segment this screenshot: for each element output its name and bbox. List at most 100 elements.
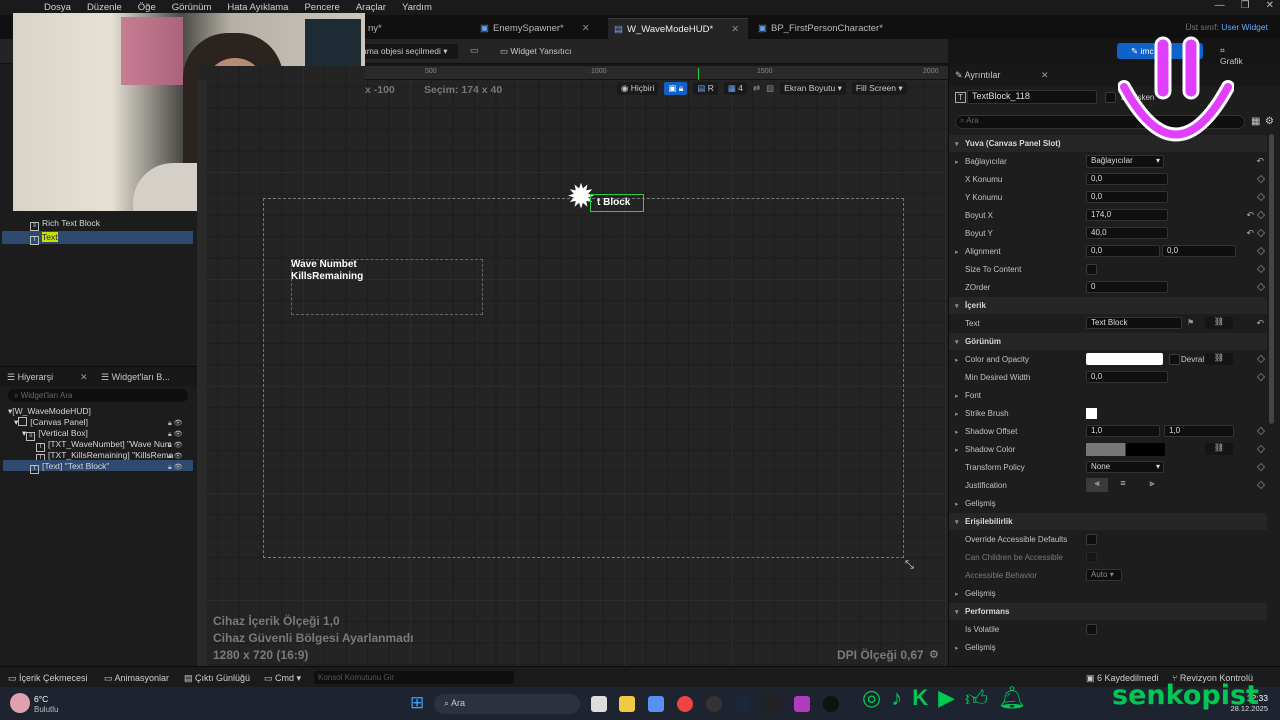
widget-name-field[interactable]: TextBlock_118 bbox=[967, 90, 1097, 104]
menu-tools[interactable]: Araçlar bbox=[356, 2, 386, 13]
lock-eye-icon[interactable]: 🔒︎ 👁︎ bbox=[168, 451, 183, 462]
shadow-offset-x-field[interactable]: 1,0 bbox=[1086, 425, 1160, 437]
keyframe-icon[interactable] bbox=[1256, 174, 1266, 184]
windows-start-icon[interactable]: ⊞ bbox=[410, 693, 424, 713]
size-x-field[interactable]: 174,0 bbox=[1086, 209, 1168, 221]
selected-text-block[interactable]: t Block bbox=[590, 194, 644, 212]
parent-class-link[interactable]: User Widget bbox=[1221, 22, 1268, 32]
align-left-icon[interactable]: ⫷ bbox=[1086, 478, 1108, 492]
unreal-engine-icon[interactable] bbox=[823, 696, 839, 712]
alignment-y-field[interactable]: 0,0 bbox=[1162, 245, 1236, 257]
strike-swatch[interactable] bbox=[1086, 408, 1097, 419]
tab-first-person-character[interactable]: ▣ BP_FirstPersonCharacter* bbox=[752, 18, 922, 39]
expand-icon[interactable]: ▸ bbox=[955, 392, 959, 400]
expand-icon[interactable]: ▸ bbox=[955, 158, 959, 166]
keyframe-icon[interactable] bbox=[1256, 282, 1266, 292]
tree-text-block[interactable]: T [Text] "Text Block" bbox=[30, 461, 109, 474]
lock-eye-icon[interactable]: 🔒︎ 👁︎ bbox=[168, 440, 183, 451]
none-button[interactable]: ◉ Hiçbiri bbox=[617, 82, 659, 95]
inherit-checkbox[interactable] bbox=[1169, 354, 1180, 365]
expand-icon[interactable]: ▸ bbox=[955, 446, 959, 454]
keyframe-icon[interactable] bbox=[1256, 246, 1266, 256]
expand-icon[interactable]: ▸ bbox=[955, 500, 959, 508]
close-icon[interactable]: ✕ bbox=[1041, 70, 1049, 81]
section-content[interactable]: ▾ İçerik bbox=[949, 297, 1267, 314]
chrome-icon[interactable] bbox=[677, 696, 693, 712]
advanced-label[interactable]: Gelişmiş bbox=[965, 643, 996, 652]
cmd-dropdown[interactable]: ▭ Cmd ▾ bbox=[264, 673, 301, 684]
designer-viewport[interactable]: Wave Numbet KillsRemaining ✹ t Block x -… bbox=[197, 66, 948, 666]
keyframe-icon[interactable] bbox=[1256, 354, 1266, 364]
resize-handle-icon[interactable]: ⤡ bbox=[905, 559, 914, 572]
keyframe-icon[interactable] bbox=[1256, 210, 1266, 220]
menu-asset[interactable]: Öğe bbox=[138, 2, 156, 13]
menu-help[interactable]: Yardım bbox=[402, 2, 432, 13]
keyframe-icon[interactable] bbox=[1256, 192, 1266, 202]
size-y-field[interactable]: 40,0 bbox=[1086, 227, 1168, 239]
output-log-button[interactable]: ▤ Çıktı Günlüğü bbox=[184, 673, 250, 684]
keyframe-icon[interactable] bbox=[1256, 426, 1266, 436]
keyframe-icon[interactable] bbox=[1256, 444, 1266, 454]
details-scrollbar[interactable] bbox=[1269, 134, 1274, 424]
is-volatile-checkbox[interactable] bbox=[1086, 624, 1097, 635]
reset-icon[interactable]: ↶ bbox=[1256, 318, 1264, 329]
hierarchy-tab[interactable]: ☰ Hiyerarşi bbox=[7, 372, 53, 383]
lock-eye-icon[interactable]: 🔒︎ 👁︎ bbox=[168, 462, 183, 473]
size-to-content-checkbox[interactable] bbox=[1086, 264, 1097, 275]
app-icon[interactable] bbox=[794, 696, 810, 712]
fill-screen-button[interactable]: Fill Screen ▾ bbox=[851, 82, 907, 95]
reset-icon[interactable]: ↶ bbox=[1246, 210, 1254, 221]
grid-snap-button[interactable]: ▦ 4 bbox=[723, 82, 748, 95]
advanced-label[interactable]: Gelişmiş bbox=[965, 589, 996, 598]
bind-icon[interactable]: ⛓ bbox=[1205, 353, 1233, 365]
y-position-field[interactable]: 0,0 bbox=[1086, 191, 1168, 203]
gear-icon[interactable]: ⚙ bbox=[929, 648, 939, 661]
shadow-offset-y-field[interactable]: 1,0 bbox=[1164, 425, 1234, 437]
section-accessibility[interactable]: ▾ Erişilebilirlik bbox=[949, 513, 1267, 530]
zorder-field[interactable]: 0 bbox=[1086, 281, 1168, 293]
close-icon[interactable]: ✕ bbox=[80, 372, 88, 383]
task-view-icon[interactable] bbox=[591, 696, 607, 712]
bind-widgets-tab[interactable]: ☰ Widget'ları B... bbox=[101, 372, 170, 383]
keyframe-icon[interactable] bbox=[1256, 462, 1266, 472]
shadow-color-swatch[interactable] bbox=[1086, 443, 1165, 456]
reset-icon[interactable]: ↶ bbox=[1246, 228, 1254, 239]
is-variable-checkbox[interactable] bbox=[1105, 92, 1116, 103]
keyframe-icon[interactable] bbox=[1256, 480, 1266, 490]
close-icon[interactable]: ✕ bbox=[582, 23, 590, 34]
keyframe-icon[interactable] bbox=[1256, 372, 1266, 382]
close-icon[interactable]: ✕ bbox=[731, 24, 739, 35]
obs-icon[interactable] bbox=[706, 696, 722, 712]
epic-games-icon[interactable] bbox=[764, 696, 780, 712]
taskbar-search[interactable]: ⌕ Ara bbox=[434, 694, 580, 714]
flow-icon[interactable]: ⇄ bbox=[753, 83, 760, 94]
debug-object-select[interactable]: ama objesi seçilmedi ▾ bbox=[358, 44, 458, 59]
menu-edit[interactable]: Düzenle bbox=[87, 2, 122, 13]
align-center-icon[interactable]: ≡ bbox=[1108, 478, 1138, 492]
menu-view[interactable]: Görünüm bbox=[172, 2, 212, 13]
widget-search-input[interactable]: ⌕ Widget'ları Ara bbox=[8, 389, 188, 402]
animations-button[interactable]: ▭ Animasyonlar bbox=[104, 673, 169, 684]
menu-debug[interactable]: Hata Ayıklama bbox=[227, 2, 288, 13]
tree-canvas-panel[interactable]: ▾ [Canvas Panel] bbox=[14, 417, 88, 428]
steam-icon[interactable] bbox=[735, 696, 751, 712]
tab-enemy-spawner[interactable]: ▣ EnemySpawner* ✕ bbox=[474, 18, 604, 39]
content-drawer-button[interactable]: ▭ İçerik Çekmecesi bbox=[8, 673, 88, 684]
palette-item-rich-text[interactable]: ≡ Rich Text Block bbox=[30, 218, 100, 231]
expand-icon[interactable]: ▸ bbox=[955, 644, 959, 652]
flag-icon[interactable]: ⚑ bbox=[1187, 318, 1194, 327]
expand-icon[interactable]: ▸ bbox=[955, 248, 959, 256]
tab-level[interactable]: ny* bbox=[362, 18, 462, 39]
close-window-icon[interactable]: ✕ bbox=[1266, 0, 1274, 11]
palette-item-text[interactable]: T Text bbox=[30, 232, 58, 245]
gear-icon[interactable]: ⚙ bbox=[1265, 116, 1274, 127]
bind-icon[interactable]: ⛓ bbox=[1205, 443, 1233, 455]
details-tab[interactable]: ✎ Ayrıntılar bbox=[955, 70, 1000, 81]
override-defaults-checkbox[interactable] bbox=[1086, 534, 1097, 545]
lock-toggle[interactable]: ▣ 🔒︎ bbox=[664, 82, 688, 95]
keyframe-icon[interactable] bbox=[1256, 228, 1266, 238]
bind-icon[interactable]: ⛓ bbox=[1205, 317, 1233, 329]
align-right-icon[interactable]: ⫸ bbox=[1138, 478, 1166, 492]
maximize-icon[interactable]: ❐ bbox=[1241, 0, 1250, 11]
browse-icon[interactable]: ▭ bbox=[470, 45, 479, 56]
